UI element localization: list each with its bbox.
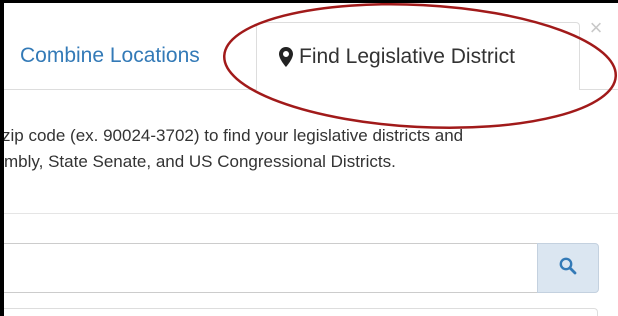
search-button[interactable] xyxy=(537,243,599,293)
tab-combine-locations[interactable]: Combine Locations xyxy=(4,22,254,89)
tab-find-legislative-district-label: Find Legislative District xyxy=(299,44,515,68)
tabs-border-right xyxy=(580,89,618,90)
instructions-line-1: zip code (ex. 90024-3702) to find your l… xyxy=(4,126,464,145)
address-search-input[interactable] xyxy=(4,243,538,293)
next-panel-edge xyxy=(4,308,598,316)
instructions-line-2: mbly, State Senate, and US Congressional… xyxy=(4,152,396,171)
screenshot-frame-top xyxy=(0,0,618,3)
instructions-text: zip code (ex. 90024-3702) to find your l… xyxy=(4,123,618,175)
map-marker-icon xyxy=(279,46,293,67)
tabs-border-left xyxy=(4,89,256,90)
search-icon xyxy=(559,257,577,280)
close-icon[interactable]: × xyxy=(586,17,606,39)
tab-find-legislative-district[interactable]: Find Legislative District xyxy=(256,22,580,90)
section-divider xyxy=(4,213,618,214)
tab-combine-locations-label: Combine Locations xyxy=(20,43,200,67)
